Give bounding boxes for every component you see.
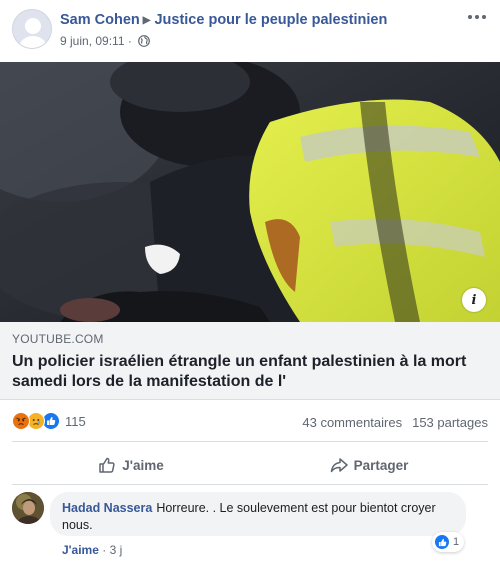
author-avatar[interactable] — [12, 9, 52, 49]
video-thumbnail[interactable]: i — [0, 62, 500, 322]
post-timestamp[interactable]: 9 juin, 09:11 — [60, 34, 125, 48]
post-stats: 115 43 commentaires 153 partages — [0, 404, 500, 440]
angry-reaction-icon — [12, 412, 30, 430]
like-button[interactable]: J'aime — [12, 446, 250, 484]
more-options-icon[interactable] — [464, 8, 490, 26]
meta-separator: · — [127, 34, 132, 48]
post-meta: 9 juin, 09:11 · — [60, 34, 151, 50]
author-name[interactable]: Sam Cohen — [60, 12, 140, 28]
comment-actions: J'aime · 3 j — [62, 543, 122, 557]
video-frame-image — [0, 62, 500, 322]
reactions-summary[interactable]: 115 — [12, 412, 86, 430]
link-title[interactable]: Un policier israélien étrangle un enfant… — [12, 352, 488, 392]
author-line: Sam Cohen ▶ Justice pour le peuple palesti… — [60, 12, 387, 28]
comment-reactions[interactable]: 1 — [432, 532, 465, 552]
share-button[interactable]: Partager — [250, 446, 488, 484]
comments-count-link[interactable]: 43 commentaires — [302, 415, 402, 430]
commenter-photo — [12, 492, 44, 524]
shares-count-link[interactable]: 153 partages — [412, 415, 488, 430]
link-preview[interactable]: YOUTUBE.COM Un policier israélien étrang… — [0, 322, 500, 400]
link-domain: YOUTUBE.COM — [12, 332, 104, 346]
comment: Hadad Nassera Horreure. . Le soulevement … — [0, 490, 500, 564]
thumbs-up-icon — [99, 457, 115, 473]
info-icon[interactable]: i — [462, 288, 486, 312]
reaction-count: 115 — [65, 413, 86, 429]
comment-bubble: Hadad Nassera Horreure. . Le soulevement … — [50, 492, 466, 536]
share-button-label: Partager — [353, 457, 409, 473]
caret-right-icon: ▶ — [142, 15, 151, 26]
post-actions: J'aime Partager — [12, 446, 488, 484]
like-reaction-icon — [434, 534, 450, 550]
group-name[interactable]: Justice pour le peuple palestinien — [154, 12, 387, 28]
divider-top — [12, 441, 488, 442]
post-header: Sam Cohen ▶ Justice pour le peuple palesti… — [0, 0, 500, 62]
comment-like-link[interactable]: J'aime — [62, 543, 99, 557]
like-button-label: J'aime — [122, 457, 164, 473]
commenter-name[interactable]: Hadad Nassera — [62, 501, 152, 515]
default-avatar-icon — [13, 10, 51, 48]
share-arrow-icon — [330, 458, 348, 473]
divider-bottom — [12, 484, 488, 485]
commenter-avatar[interactable] — [12, 492, 44, 524]
comment-age[interactable]: 3 j — [110, 543, 123, 557]
globe-icon — [138, 35, 151, 50]
comment-separator: · — [102, 543, 107, 557]
engagement-counts: 43 commentaires 153 partages — [302, 415, 488, 430]
comment-reaction-count: 1 — [453, 536, 460, 548]
